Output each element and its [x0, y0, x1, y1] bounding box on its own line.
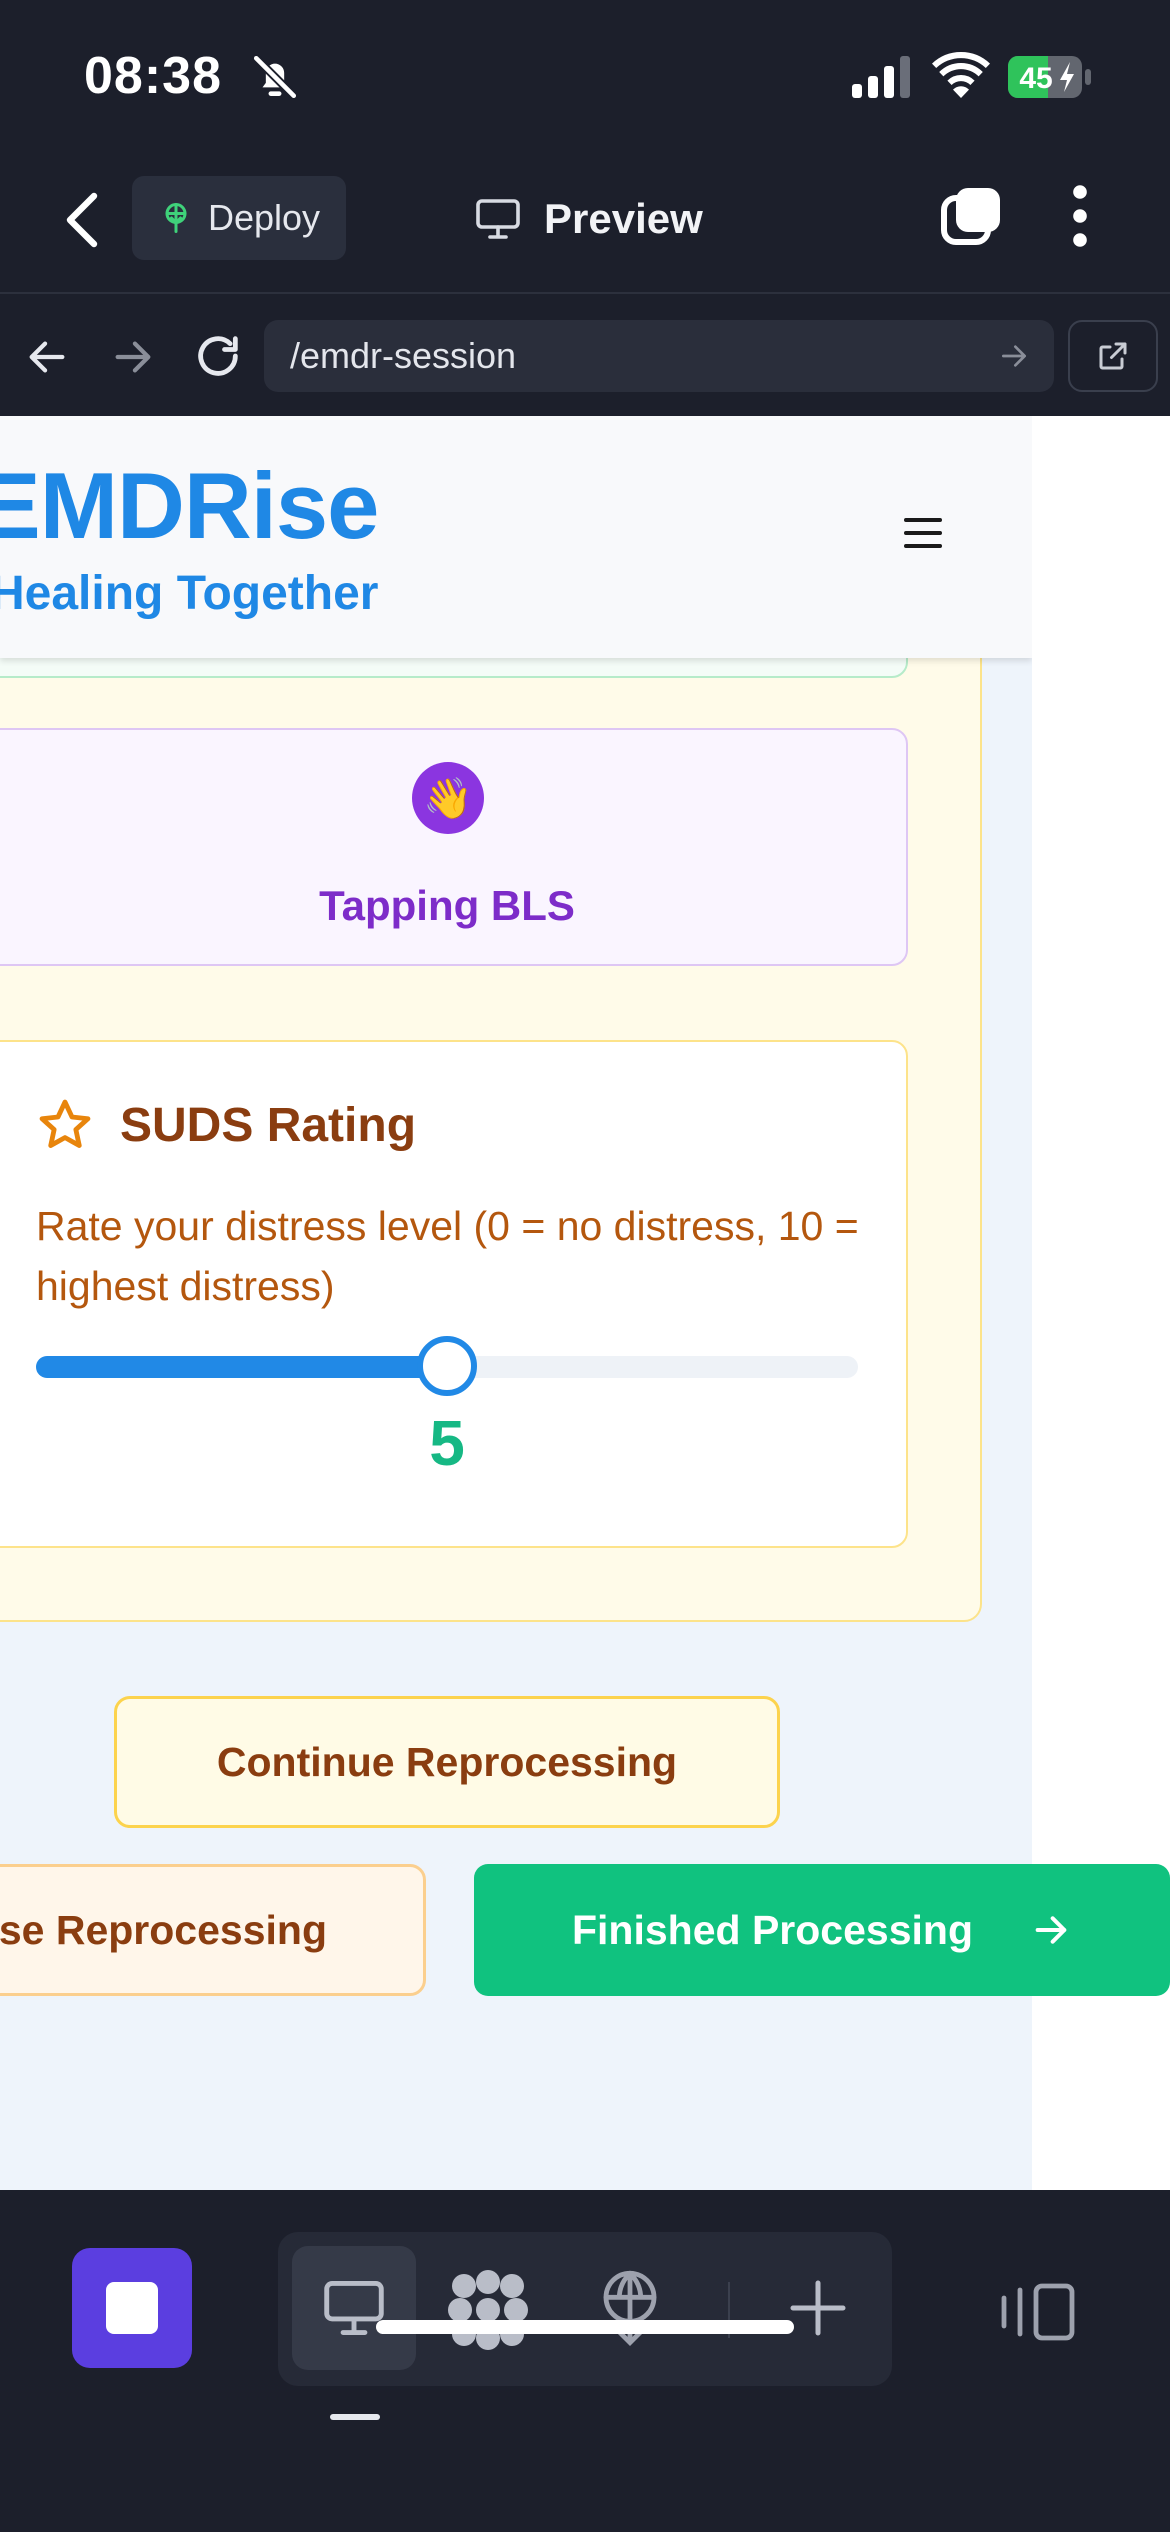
cellular-signal-icon [852, 56, 910, 98]
add-icon[interactable] [788, 2278, 848, 2338]
hamburger-menu-icon[interactable] [904, 518, 942, 550]
stop-button[interactable] [72, 2248, 192, 2368]
open-external-button[interactable] [1068, 320, 1158, 392]
continue-reprocessing-button[interactable]: Continue Reprocessing [114, 1696, 780, 1828]
preview-label: Preview [544, 195, 703, 242]
desktop-mode-button[interactable] [292, 2246, 416, 2370]
battery-level: 45 [1019, 62, 1052, 95]
tabs-icon[interactable] [940, 184, 1004, 248]
deploy-mode-icon[interactable] [598, 2268, 662, 2348]
pause-reprocessing-button[interactable]: Pause Reprocessing [0, 1864, 426, 1996]
arrow-right-icon[interactable] [110, 334, 156, 380]
url-text: /emdr-session [290, 335, 517, 376]
deploy-label: Deploy [208, 197, 321, 238]
monitor-icon [476, 199, 520, 239]
stop-icon [106, 2282, 158, 2334]
suds-description: Rate your distress level (0 = no distres… [36, 1203, 859, 1309]
status-time: 08:38 [84, 47, 222, 105]
app-toolbar: Deploy Preview [0, 150, 1170, 294]
open-external-icon [1099, 342, 1127, 370]
arrow-right-icon [1035, 1916, 1067, 1944]
finished-processing-button[interactable]: Finished Processing [474, 1864, 1170, 1996]
brand-name[interactable]: EMDRise [0, 452, 379, 560]
reload-icon[interactable] [192, 330, 244, 382]
go-arrow-icon[interactable] [998, 340, 1030, 372]
site-header: EMDRise Healing Together [0, 416, 1032, 658]
suds-slider-thumb[interactable] [417, 1336, 477, 1396]
browser-bar: /emdr-session [0, 294, 1170, 416]
bls-label: Tapping BLS [319, 882, 575, 929]
waving-hand-icon: 👋 [412, 762, 484, 834]
url-field[interactable]: /emdr-session [264, 320, 1054, 392]
suds-slider[interactable] [36, 1336, 858, 1396]
suds-slider-fill [36, 1356, 447, 1378]
bottom-app-bar [0, 2190, 1170, 2532]
back-chevron-icon[interactable] [58, 188, 112, 252]
battery-charging-icon: 45 [1008, 56, 1091, 98]
panel-icon[interactable] [1000, 2282, 1076, 2342]
suds-value: 5 [429, 1407, 465, 1479]
suds-title: SUDS Rating [120, 1099, 417, 1152]
star-icon [39, 1099, 91, 1148]
web-viewport: 👋 Tapping BLS SUDS Rating Rate your dist… [0, 416, 1170, 2190]
home-indicator[interactable] [376, 2320, 794, 2334]
more-vertical-icon[interactable] [1070, 184, 1090, 248]
finished-processing-label: Finished Processing [572, 1906, 973, 1953]
deploy-icon [165, 203, 187, 233]
apps-grid-icon[interactable] [448, 2270, 528, 2350]
deploy-button[interactable]: Deploy [132, 176, 346, 260]
bell-muted-icon [252, 54, 298, 100]
status-bar: 08:38 45 [0, 0, 1170, 150]
wifi-icon [932, 52, 990, 98]
mode-switcher [278, 2232, 892, 2386]
arrow-left-icon[interactable] [24, 334, 70, 380]
preview-button[interactable]: Preview [474, 180, 703, 258]
brand-tagline: Healing Together [0, 567, 379, 620]
active-mode-indicator [330, 2414, 380, 2420]
